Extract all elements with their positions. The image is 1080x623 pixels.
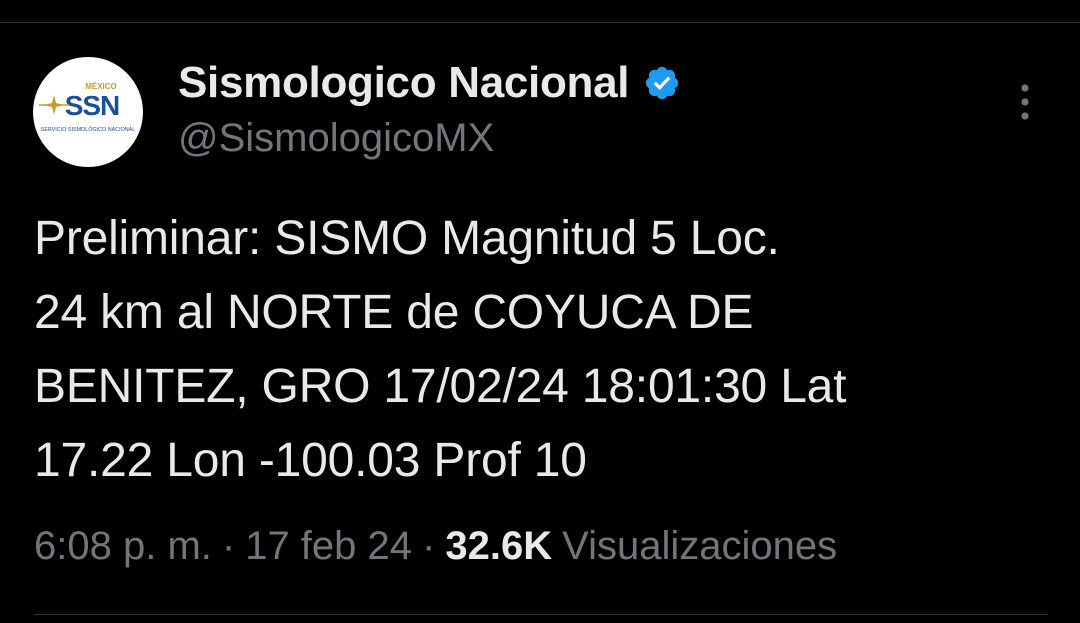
- bottom-divider: [34, 614, 1048, 615]
- tweet-author: Sismologico Nacional @SismologicoMX: [178, 56, 681, 161]
- tweet-metadata: 6:08 p. m. · 17 feb 24 · 32.6K Visualiza…: [34, 524, 837, 569]
- avatar[interactable]: MÉXICO SSN SERVICIO SISMOLÓGICO NACIONAL: [33, 57, 143, 167]
- verified-badge-icon[interactable]: [643, 64, 681, 102]
- tweet-text: Preliminar: SISMO Magnitud 5 Loc. 24 km …: [34, 212, 847, 487]
- meta-separator: ·: [221, 524, 236, 568]
- meta-separator: ·: [422, 524, 436, 568]
- logo-star-icon: [44, 95, 64, 115]
- name-row: Sismologico Nacional: [178, 56, 681, 110]
- views-label[interactable]: Visualizaciones: [562, 524, 837, 569]
- logo-subtitle: SERVICIO SISMOLÓGICO NACIONAL: [41, 126, 136, 133]
- logo-text: SSN: [65, 90, 120, 121]
- tweet-date[interactable]: 17 feb 24: [245, 524, 412, 569]
- author-handle[interactable]: @SismologicoMX: [178, 116, 681, 161]
- tweet-time[interactable]: 6:08 p. m.: [34, 524, 212, 569]
- more-vertical-icon[interactable]: [1008, 80, 1042, 124]
- ssn-logo: MÉXICO SSN SERVICIO SISMOLÓGICO NACIONAL: [39, 82, 136, 133]
- views-count[interactable]: 32.6K: [445, 524, 552, 569]
- display-name[interactable]: Sismologico Nacional: [178, 58, 630, 108]
- top-divider: [0, 22, 1080, 23]
